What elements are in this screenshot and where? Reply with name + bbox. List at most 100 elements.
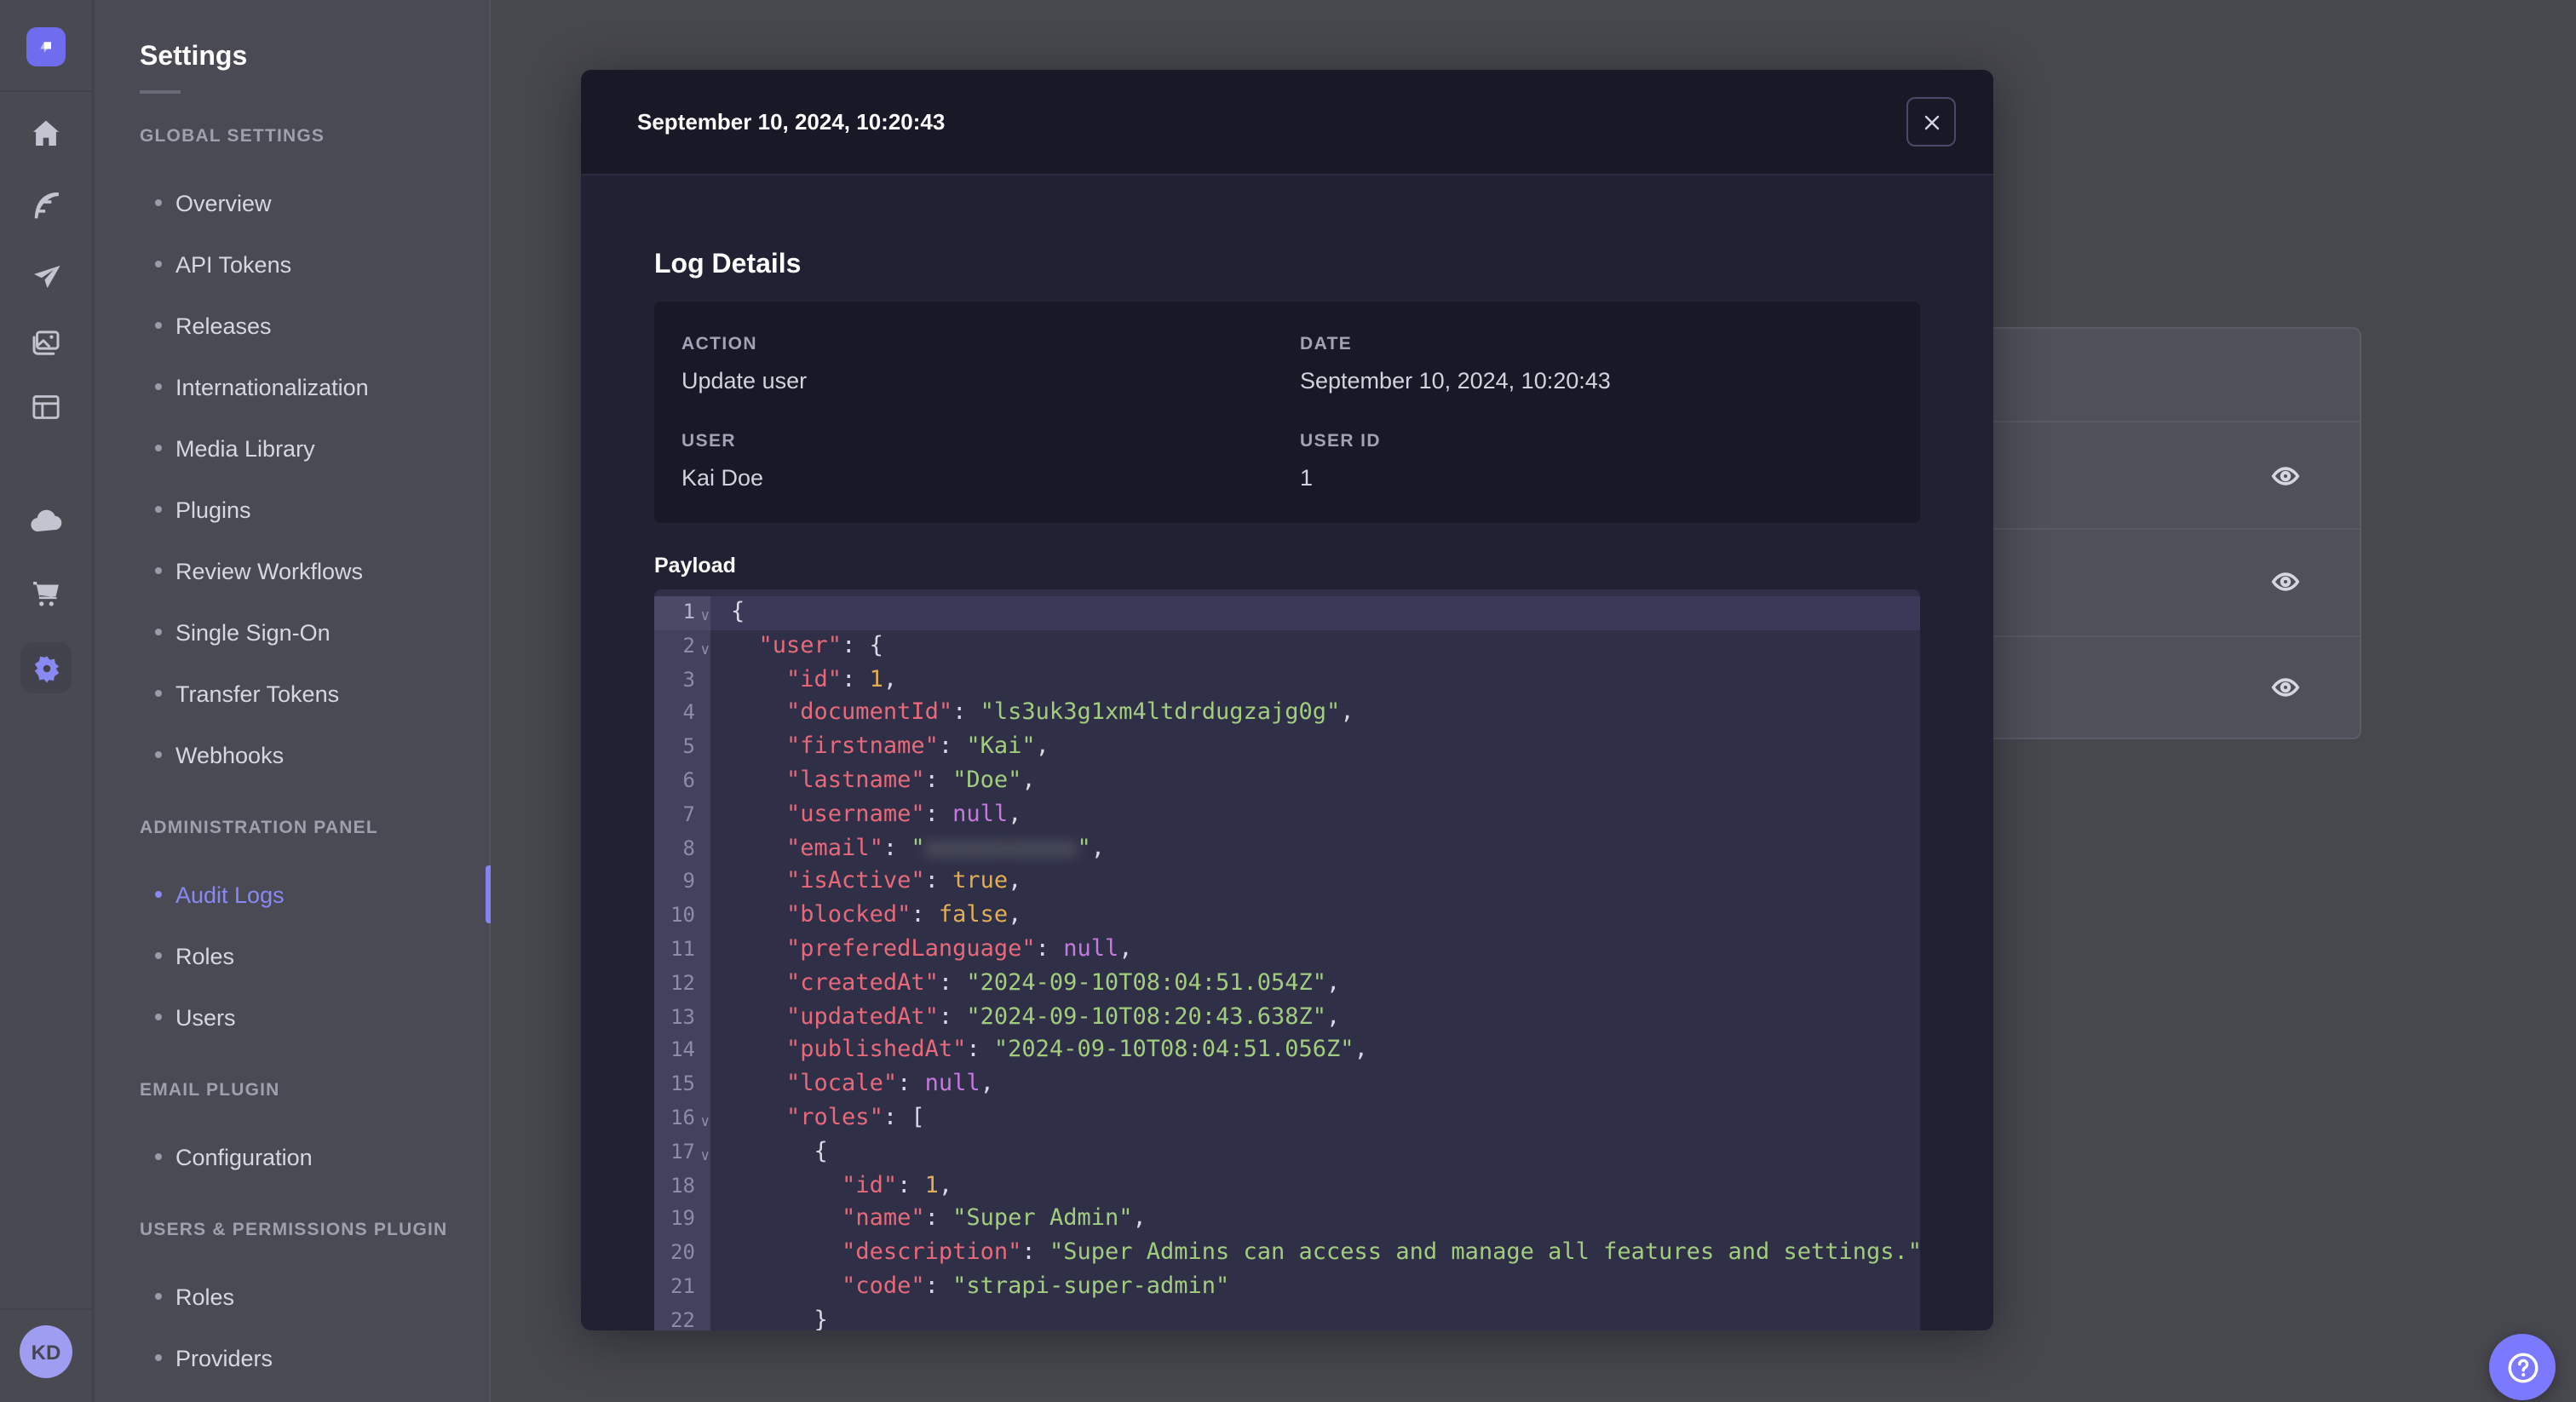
sidebar-item-users[interactable]: Users: [95, 986, 489, 1048]
settings-nav-item[interactable]: [20, 642, 72, 693]
sidebar-item-internationalization[interactable]: Internationalization: [95, 356, 489, 417]
log-details-heading: Log Details: [654, 250, 802, 279]
sidebar-item-label: Internationalization: [175, 374, 369, 399]
field-value: September 10, 2024, 10:20:43: [1300, 368, 1611, 394]
strapi-logo[interactable]: [26, 27, 66, 66]
code-line: 19 "name": "Super Admin",: [654, 1203, 1920, 1238]
payload-code-editor[interactable]: 1 ∨{2 ∨ "user": {3 "id": 1, 4 "documentId":…: [654, 589, 1920, 1330]
sidebar-item-providers[interactable]: Providers: [95, 1327, 489, 1388]
log-details-modal: September 10, 2024, 10:20:43 Log Details…: [581, 70, 1993, 1330]
strapi-logo-icon: [26, 27, 66, 66]
code-line-content: "username": null,: [786, 800, 1022, 828]
sidebar-item-overview[interactable]: Overview: [95, 172, 489, 233]
line-number: 15: [654, 1068, 710, 1102]
code-line: 10 "blocked": false,: [654, 899, 1920, 934]
section-header-users-permissions-plugin: USERS & PERMISSIONS PLUGIN: [140, 1220, 448, 1240]
sidebar-item-label: Configuration: [175, 1144, 313, 1169]
code-line-content: "id": 1,: [842, 1171, 953, 1199]
media-library-icon[interactable]: [28, 325, 64, 361]
bullet-icon: [155, 1293, 162, 1300]
line-number: 14: [654, 1034, 710, 1069]
sidebar-item-label: Audit Logs: [175, 882, 285, 907]
code-line-content: "blocked": false,: [786, 901, 1022, 929]
user-avatar[interactable]: KD: [20, 1325, 72, 1378]
sidebar-item-roles[interactable]: Roles: [95, 925, 489, 986]
eye-icon[interactable]: [2269, 566, 2302, 598]
code-line-content: "description": "Super Admins can access …: [842, 1238, 1920, 1267]
code-line: 14 "publishedAt": "2024-09-10T08:04:51.0…: [654, 1034, 1920, 1069]
sidebar-item-transfer-tokens[interactable]: Transfer Tokens: [95, 663, 489, 724]
rail-divider: [0, 1308, 94, 1310]
code-line-content: "preferedLanguage": null,: [786, 934, 1133, 962]
help-button[interactable]: [2489, 1334, 2556, 1400]
code-line: 4 "documentId": "ls3uk3g1xm4ltdrdugzajg0…: [654, 697, 1920, 732]
code-line: 20 "description": "Super Admins can acce…: [654, 1237, 1920, 1271]
sidebar-item-label: Media Library: [175, 435, 315, 461]
code-line-content: {: [731, 1137, 828, 1165]
bullet-icon: [155, 567, 162, 574]
avatar: KD: [20, 1325, 72, 1378]
sidebar-item-api-tokens[interactable]: API Tokens: [95, 233, 489, 295]
code-line: 18 "id": 1,: [654, 1169, 1920, 1204]
detail-field-user-id: USER ID 1: [1300, 430, 1893, 491]
line-number: 9: [654, 865, 710, 900]
field-label: DATE: [1300, 334, 1353, 354]
modal-body: Log Details ACTION Update user DATE Septemb…: [581, 175, 1993, 1330]
sidebar-item-label: Providers: [175, 1345, 273, 1370]
eye-icon[interactable]: [2269, 671, 2302, 704]
strapi-admin: KD Settings GLOBAL SETTINGS Overview API T…: [0, 0, 2576, 1402]
code-line-content: "id": 1,: [786, 665, 898, 693]
line-number: 17 ∨: [654, 1135, 710, 1170]
sidebar-item-label: Plugins: [175, 497, 251, 522]
sidebar-item-label: Webhooks: [175, 742, 285, 767]
code-line-content: "publishedAt": "2024-09-10T08:04:51.056Z…: [786, 1036, 1368, 1064]
code-line: 7 "username": null,: [654, 798, 1920, 833]
sidebar-item-plugins[interactable]: Plugins: [95, 479, 489, 540]
settings-title: Settings: [140, 43, 248, 72]
section-header-administration-panel: ADMINISTRATION PANEL: [140, 818, 378, 838]
sidebar-item-webhooks[interactable]: Webhooks: [95, 724, 489, 785]
line-number: 18: [654, 1169, 710, 1204]
bullet-icon: [155, 690, 162, 697]
marketplace-icon[interactable]: [28, 576, 64, 612]
sidebar-item-label: Overview: [175, 190, 272, 215]
sidebar-item-label: Users: [175, 1004, 236, 1030]
bullet-icon: [155, 506, 162, 513]
close-button[interactable]: [1906, 97, 1956, 147]
sidebar-item-roles[interactable]: Roles: [95, 1266, 489, 1327]
code-line-content: "name": "Super Admin",: [842, 1204, 1147, 1232]
content-builder-icon[interactable]: [28, 187, 64, 223]
code-line-content: "updatedAt": "2024-09-10T08:20:43.638Z",: [786, 1003, 1341, 1031]
code-line-content: "documentId": "ls3uk3g1xm4ltdrdugzajg0g"…: [786, 698, 1354, 727]
line-number: 7: [654, 798, 710, 833]
sidebar-item-label: Single Sign-On: [175, 619, 331, 645]
code-line: 13 "updatedAt": "2024-09-10T08:20:43.638…: [654, 1001, 1920, 1035]
sidebar-item-single-sign-on[interactable]: Single Sign-On: [95, 601, 489, 663]
home-icon[interactable]: [28, 116, 64, 152]
bullet-icon: [155, 751, 162, 758]
sidebar-item-configuration[interactable]: Configuration: [95, 1126, 489, 1187]
code-line: 6 "lastname": "Doe",: [654, 764, 1920, 799]
bullet-icon: [155, 261, 162, 267]
cloud-icon[interactable]: [27, 503, 65, 540]
deploy-icon[interactable]: [28, 259, 64, 295]
sidebar-item-audit-logs[interactable]: Audit Logs: [95, 864, 491, 925]
eye-icon[interactable]: [2269, 460, 2302, 492]
bullet-icon: [155, 891, 162, 898]
sidebar-item-review-workflows[interactable]: Review Workflows: [95, 540, 489, 601]
bullet-icon: [155, 322, 162, 329]
log-details-box: ACTION Update user DATE September 10, 2024,…: [654, 302, 1920, 523]
code-line: 2 ∨ "user": {: [654, 629, 1920, 664]
bullet-icon: [155, 383, 162, 390]
payload-label: Payload: [654, 554, 736, 577]
x-icon: [1923, 114, 1939, 129]
code-line-content: "createdAt": "2024-09-10T08:04:51.054Z",: [786, 968, 1341, 997]
code-line: 21 "code": "strapi-super-admin": [654, 1270, 1920, 1305]
code-line: 11 "preferedLanguage": null,: [654, 933, 1920, 968]
sidebar-item-releases[interactable]: Releases: [95, 295, 489, 356]
code-line: 12 "createdAt": "2024-09-10T08:04:51.054…: [654, 967, 1920, 1002]
field-value: Kai Doe: [681, 464, 764, 490]
content-manager-icon[interactable]: [29, 390, 63, 424]
sidebar-item-media-library[interactable]: Media Library: [95, 417, 489, 479]
main-nav-rail: KD: [0, 0, 94, 1402]
